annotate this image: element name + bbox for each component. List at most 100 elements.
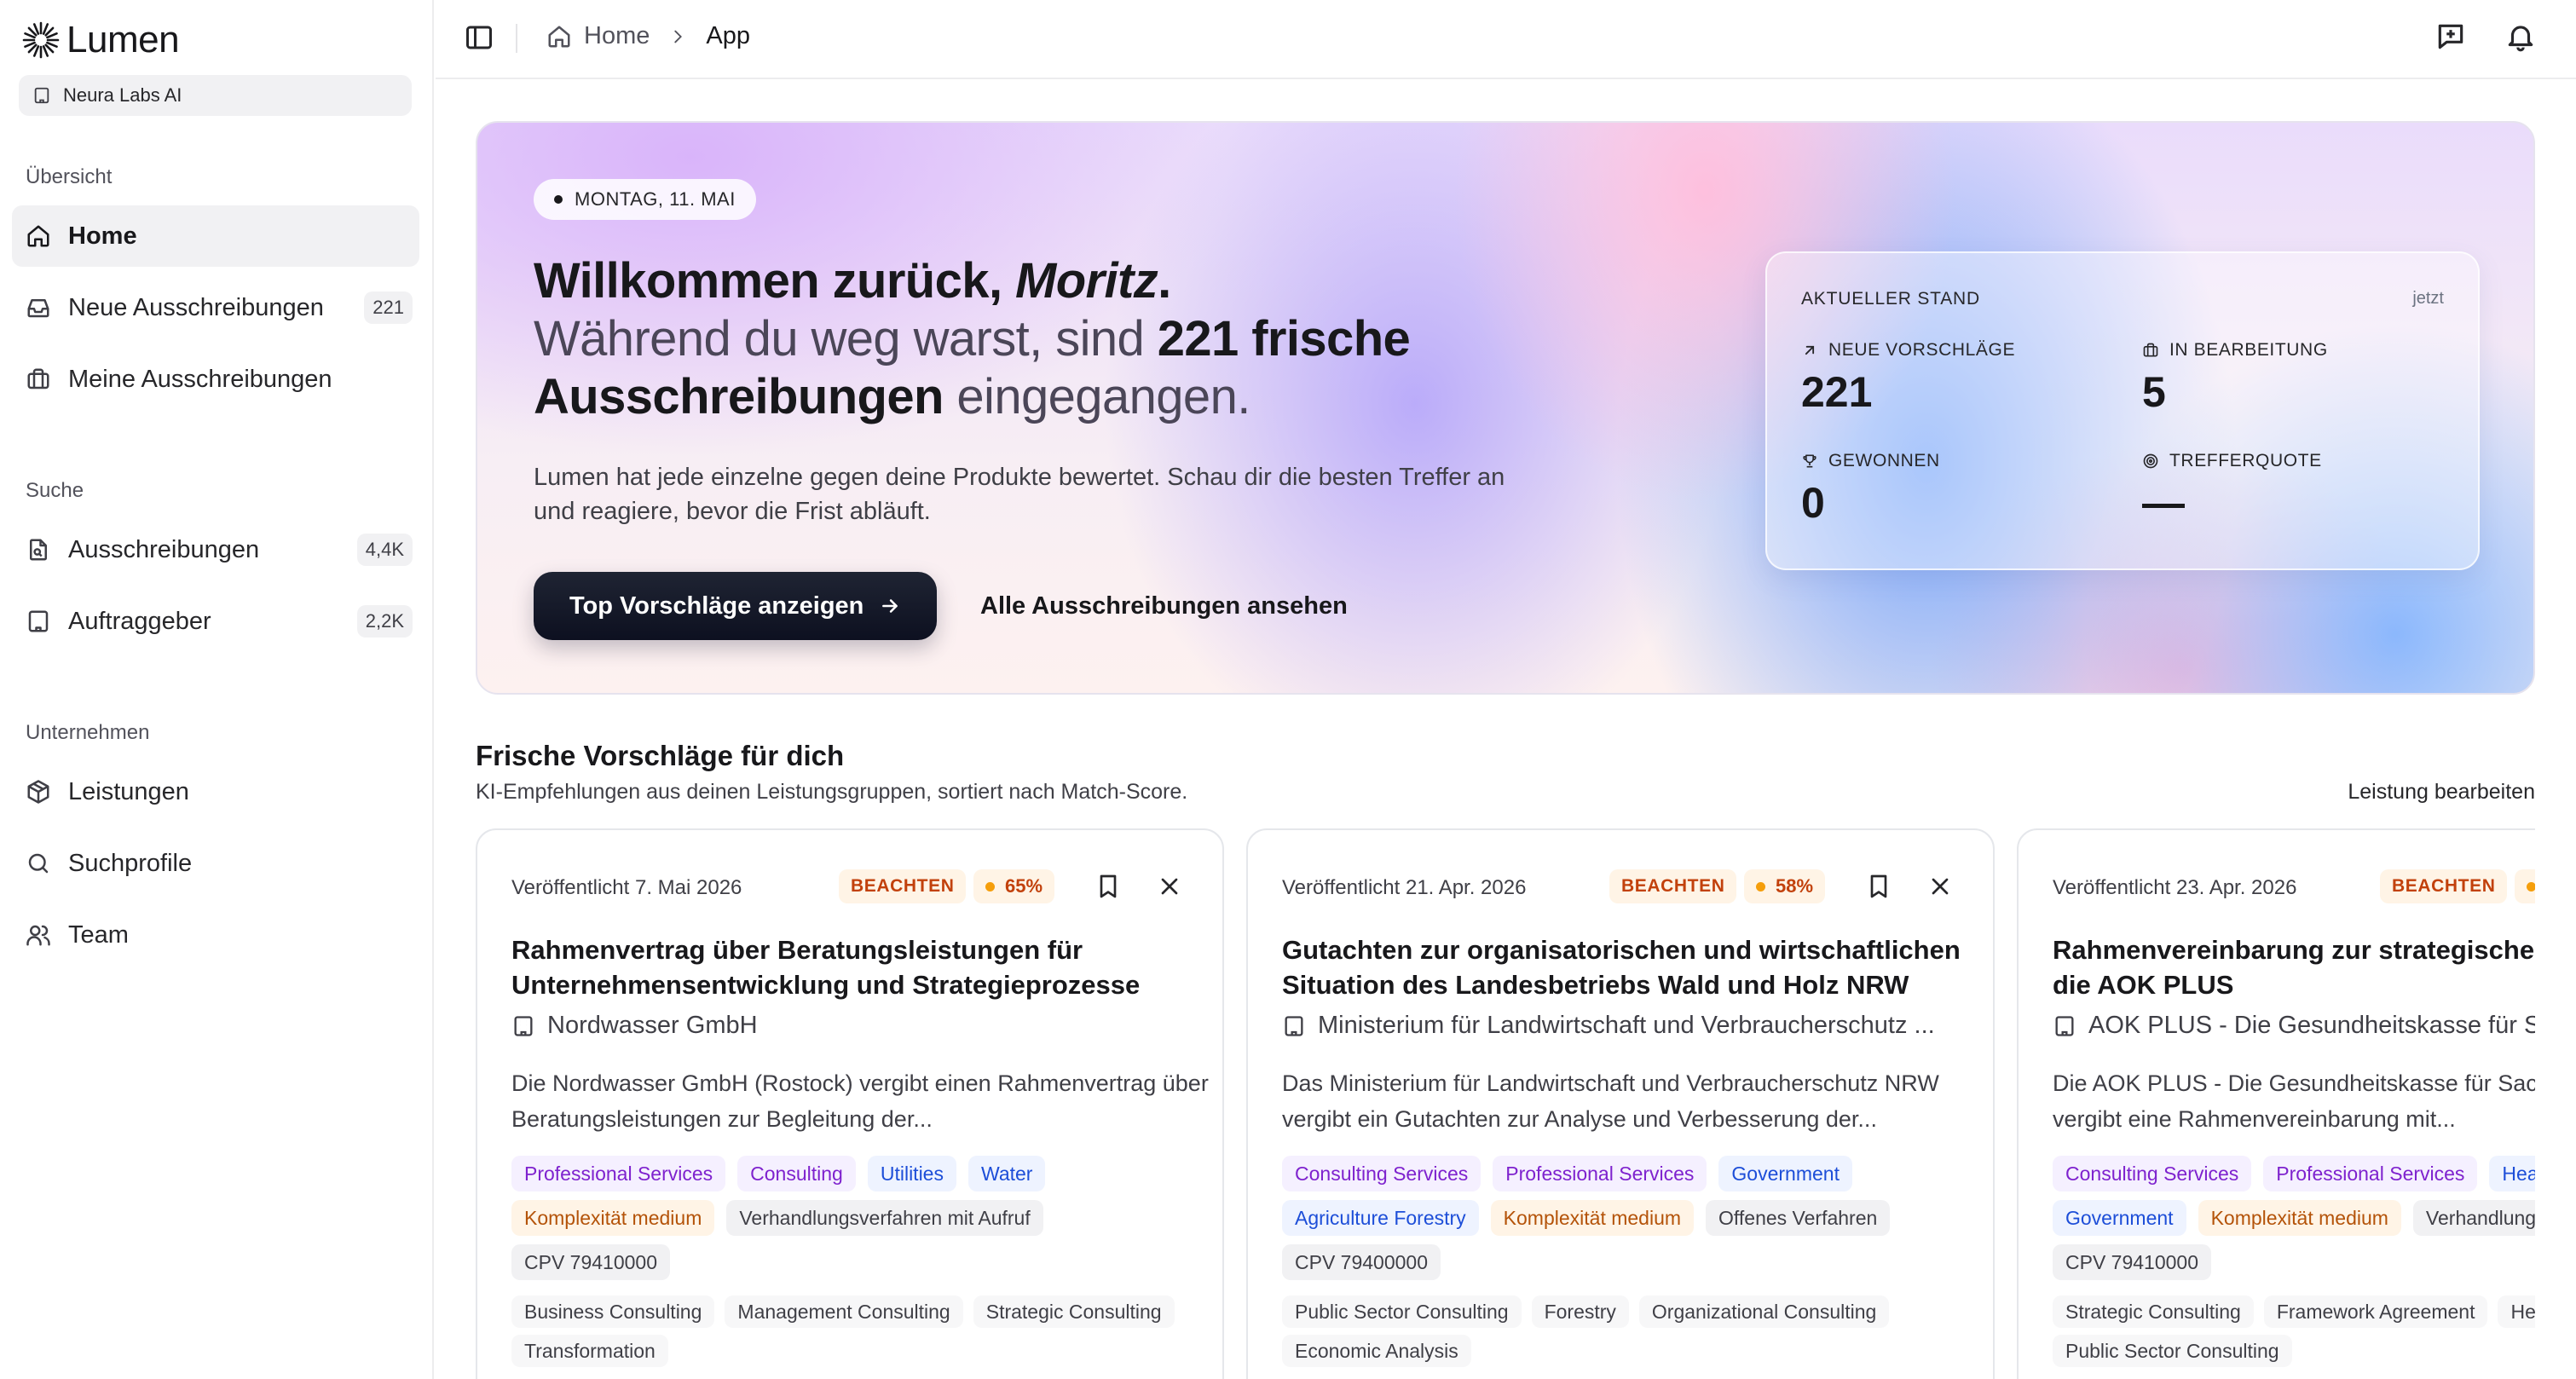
tender-title[interactable]: Rahmenvertrag über Beratungsleistungen f…: [511, 932, 1210, 1002]
new-message-icon[interactable]: [2434, 20, 2467, 53]
tag: Verhandlungsverfahren mit Aufruf: [2412, 1200, 2535, 1236]
stat-label: NEUE VORSCHLÄGE: [1828, 340, 2016, 360]
package-icon: [27, 780, 49, 804]
sidebar-item-tenders[interactable]: Ausschreibungen 4,4K: [12, 519, 419, 580]
dot-icon: [554, 195, 563, 204]
org-name: Neura Labs AI: [63, 84, 182, 106]
all-tenders-link[interactable]: Alle Ausschreibungen ansehen: [980, 572, 1348, 640]
stat-hit-rate: TREFFERQUOTE —: [2142, 451, 2322, 528]
bell-icon[interactable]: [2504, 20, 2537, 53]
tender-org: Nordwasser GmbH: [511, 1012, 1219, 1040]
tag: CPV 79400000: [1282, 1244, 1441, 1280]
tender-org: AOK PLUS - Die Gesundheitskasse für Sach…: [2053, 1012, 2535, 1040]
suggestions-title: Frische Vorschläge für dich: [476, 740, 845, 771]
keyword: Strategic Consulting: [973, 1295, 1175, 1328]
bookmark-icon[interactable]: [1865, 873, 1892, 900]
keyword: Forestry: [1531, 1295, 1629, 1328]
sidebar-toggle-icon[interactable]: [464, 22, 494, 53]
breadcrumb-home[interactable]: Home: [584, 22, 650, 50]
sidebar-item-team[interactable]: Team: [12, 904, 419, 966]
home-icon[interactable]: [546, 24, 572, 49]
tender-card[interactable]: Veröffentlicht 21. Apr. 2026 BEACHTEN 58…: [1246, 828, 1995, 1379]
welcome-hero: MONTAG, 11. MAI Willkommen zurück, Morit…: [476, 121, 2535, 695]
tender-card[interactable]: Veröffentlicht 7. Mai 2026 BEACHTEN 65% …: [476, 828, 1224, 1379]
greeting-suffix: .: [1158, 253, 1171, 309]
bookmark-icon[interactable]: [1095, 873, 1122, 900]
stat-label-row: IN BEARBEITUNG: [2142, 340, 2328, 361]
sidebar-item-search-profiles[interactable]: Suchprofile: [12, 833, 419, 894]
sidebar-item-new-tenders[interactable]: Neue Ausschreibungen 221: [12, 277, 419, 338]
edit-service-link[interactable]: Leistung bearbeiten: [2348, 780, 2535, 805]
file-search-icon: [30, 539, 47, 561]
close-icon[interactable]: [1926, 873, 1954, 900]
tag: Komplexität medium: [2198, 1200, 2401, 1236]
sidebar-item-home[interactable]: Home: [12, 205, 419, 267]
tender-title[interactable]: Gutachten zur organisatorischen und wirt…: [1282, 932, 1981, 1002]
sidebar-item-services[interactable]: Leistungen: [12, 761, 419, 822]
sidebar-item-clients[interactable]: Auftraggeber 2,2K: [12, 591, 419, 652]
stat-label: TREFFERQUOTE: [2169, 451, 2322, 470]
category-tags: Consulting Services Professional Service…: [1282, 1156, 1981, 1280]
org-switcher[interactable]: Neura Labs AI: [19, 75, 412, 116]
category-tags: Consulting Services Professional Service…: [2053, 1156, 2535, 1280]
sidebar-item-label: Neue Ausschreibungen: [68, 293, 324, 321]
suggestions-subtitle: KI-Empfehlungen aus deinen Leistungsgrup…: [476, 780, 1188, 804]
dot-icon: [2527, 881, 2535, 891]
trophy-icon: [1803, 454, 1816, 468]
keyword: Management Consulting: [725, 1295, 963, 1328]
tag: Professional Services: [1493, 1156, 1707, 1191]
user-name: Moritz: [1014, 253, 1158, 309]
brand-logo[interactable]: Lumen: [20, 19, 180, 61]
breadcrumb: Home App: [546, 22, 750, 50]
keyword: Public Sector Consulting: [2053, 1335, 2292, 1367]
org-name: AOK PLUS - Die Gesundheitskasse für Sach…: [2088, 1012, 2535, 1039]
lumen-logo-icon: [22, 21, 60, 59]
top-bar: Home App: [436, 0, 2576, 79]
tender-title[interactable]: Rahmenvereinbarung zur strategischen Ber…: [2053, 932, 2535, 1002]
match-score: 65%: [1005, 875, 1043, 897]
sidebar-item-label: Auftraggeber: [68, 607, 211, 635]
keyword: Economic Analysis: [1282, 1335, 1471, 1367]
tag: CPV 79410000: [511, 1244, 671, 1280]
subheading-suffix: eingegangen.: [943, 369, 1250, 424]
close-icon[interactable]: [1156, 873, 1183, 900]
greeting-prefix: Willkommen zurück,: [534, 253, 1015, 309]
welcome-heading: Willkommen zurück, Moritz.: [534, 252, 1642, 310]
chevron-right-icon: [674, 30, 683, 43]
tender-description: Das Ministerium für Landwirtschaft und V…: [1282, 1070, 1939, 1132]
keyword-tags: Public Sector Consulting Forestry Organi…: [1282, 1295, 1981, 1367]
match-score-badge: 65%: [973, 869, 1055, 903]
stat-label: GEWONNEN: [1828, 451, 1940, 470]
briefcase-icon: [2143, 343, 2158, 357]
keyword: Healthcare: [2498, 1295, 2535, 1328]
tender-description: Die AOK PLUS - Die Gesundheitskasse für …: [2053, 1070, 2535, 1132]
keyword-tags: Business Consulting Management Consultin…: [511, 1295, 1210, 1367]
hero-description: Lumen hat jede einzelne gegen deine Prod…: [534, 464, 1505, 525]
category-tags: Professional Services Consulting Utiliti…: [511, 1156, 1210, 1280]
stat-value: 5: [2142, 368, 2166, 416]
sidebar-item-label: Team: [68, 920, 129, 949]
welcome-subheading: Während du weg warst, sind 221 frische A…: [534, 310, 1642, 426]
tag: Water: [967, 1156, 1046, 1191]
sidebar-item-label: Home: [68, 222, 137, 250]
tag: Komplexität medium: [1490, 1200, 1695, 1236]
tender-card[interactable]: Veröffentlicht 23. Apr. 2026 BEACHTEN Ra…: [2017, 828, 2535, 1379]
date-text: MONTAG, 11. MAI: [575, 188, 736, 210]
building-icon: [34, 87, 49, 104]
keyword: Transformation: [511, 1335, 668, 1367]
tag: Utilities: [867, 1156, 956, 1191]
stat-label-row: TREFFERQUOTE: [2142, 451, 2322, 471]
suggestion-cards: Veröffentlicht 7. Mai 2026 BEACHTEN 65% …: [476, 828, 2535, 1379]
tag: Government: [2053, 1200, 2186, 1236]
building-icon: [2055, 1015, 2074, 1036]
stat-value: —: [2142, 479, 2185, 527]
stat-label: IN BEARBEITUNG: [2169, 340, 2328, 360]
target-icon: [2143, 453, 2158, 469]
briefcase-icon: [27, 368, 49, 389]
button-label: Top Vorschläge anzeigen: [569, 591, 864, 620]
sidebar-item-my-tenders[interactable]: Meine Ausschreibungen: [12, 349, 419, 410]
section-label-search: Suche: [26, 479, 84, 502]
arrow-up-right-icon: [1805, 345, 1815, 355]
status-updated: jetzt: [2412, 289, 2444, 308]
top-suggestions-button[interactable]: Top Vorschläge anzeigen: [534, 572, 938, 640]
